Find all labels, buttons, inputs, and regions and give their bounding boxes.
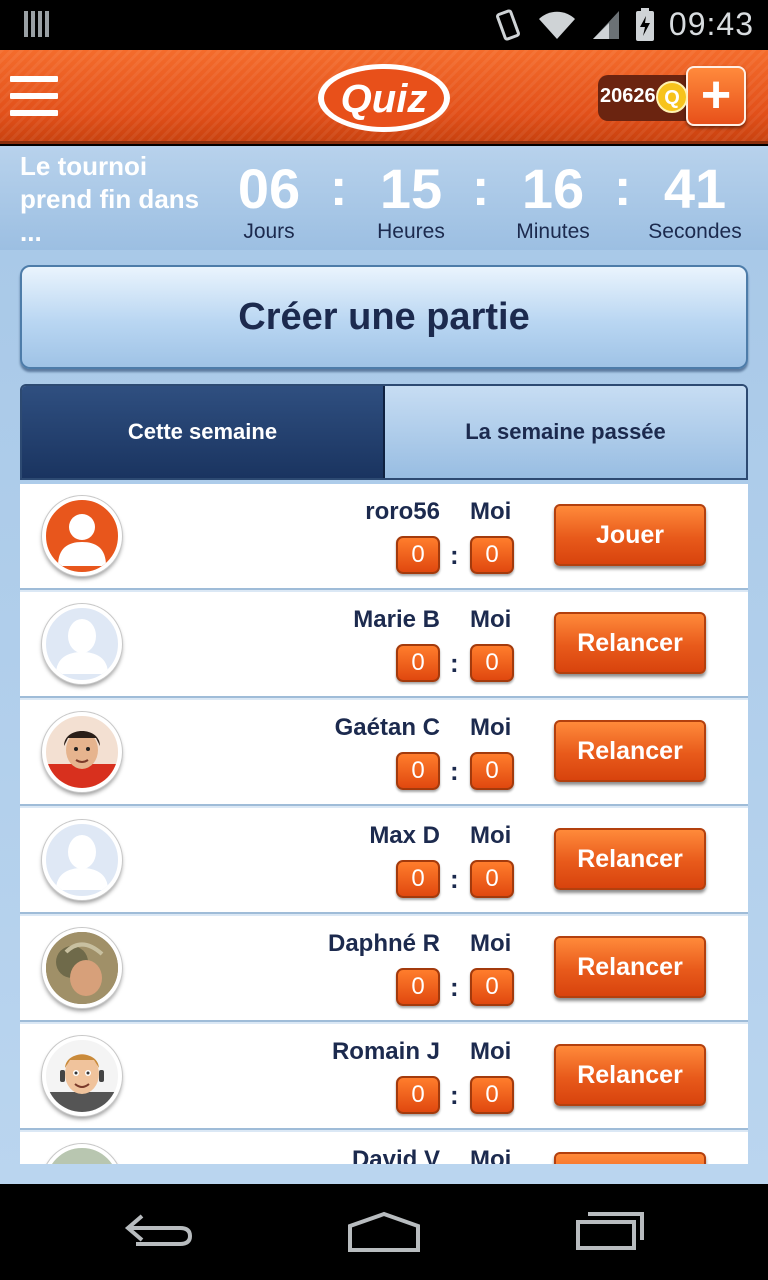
score-separator: : (450, 756, 459, 786)
remind-button[interactable]: Relancer (554, 720, 706, 782)
quiz-logo: Quiz (318, 64, 450, 132)
user-silhouette-icon (58, 514, 106, 566)
my-score: 0 (470, 860, 514, 898)
tournament-countdown: Le tournoi prend fin dans ... 06 Jours :… (0, 146, 768, 250)
avatar (42, 496, 122, 576)
me-label: Moi (470, 498, 512, 525)
tab-last-week[interactable]: La semaine passée (385, 386, 746, 478)
my-score: 0 (470, 1076, 514, 1114)
notification-icon (24, 11, 49, 37)
score-separator: : (450, 648, 459, 678)
cartoon-man-avatar-icon (46, 731, 118, 788)
opponent-score: 0 (396, 536, 440, 574)
countdown-days-label: Jours (243, 220, 295, 243)
list-item[interactable]: roro56 Moi 0 : 0 Jouer (20, 484, 748, 590)
list-item[interactable]: Max D Moi 0 : 0 Relancer (20, 808, 748, 914)
opponent-score: 0 (396, 860, 440, 898)
vibrate-icon (495, 8, 520, 41)
list-item[interactable]: Romain J Moi 0 : 0 Relancer (20, 1024, 748, 1130)
clock: 09:43 (668, 6, 754, 42)
games-list[interactable]: roro56 Moi 0 : 0 Jouer Marie B Moi 0 : 0… (20, 484, 748, 1164)
coin-icon: Q (656, 81, 688, 113)
me-label: Moi (470, 606, 512, 633)
list-item[interactable]: Marie B Moi 0 : 0 Relancer (20, 592, 748, 698)
opponent-name: Romain J (331, 1038, 440, 1065)
countdown-minutes-label: Minutes (516, 220, 590, 243)
opponent-score: 0 (396, 644, 440, 682)
photo-avatar-icon (46, 932, 118, 1004)
coin-count: 20626 (600, 85, 656, 107)
opponent-score: 0 (396, 752, 440, 790)
signal-icon (592, 10, 619, 39)
coin-symbol: Q (664, 87, 680, 109)
countdown-separator: : (472, 159, 490, 217)
opponent-score: 0 (396, 968, 440, 1006)
app-bar: Quiz 20626 + (0, 50, 768, 144)
me-label: Moi (470, 714, 512, 741)
opponent-name: Gaétan C (334, 714, 440, 741)
me-label: Moi (470, 822, 512, 849)
countdown-hours-label: Heures (377, 220, 445, 243)
user-silhouette-icon (56, 619, 108, 674)
list-item[interactable]: Daphné R Moi 0 : 0 Relancer (20, 916, 748, 1022)
week-tabs: Cette semaine La semaine passée (20, 384, 748, 480)
cartoon-man-avatar-icon (46, 1054, 118, 1112)
play-button[interactable]: Jouer (554, 504, 706, 566)
avatar (42, 604, 122, 684)
main-content: Créer une partie Cette semaine La semain… (0, 250, 768, 1184)
me-label: Moi (470, 930, 512, 957)
remind-button[interactable]: Relancer (554, 828, 706, 890)
countdown-label: Le tournoi prend fin dans ... (20, 151, 200, 247)
my-score: 0 (470, 644, 514, 682)
me-label: Moi (470, 1038, 512, 1065)
countdown-minutes: 16 (521, 157, 585, 220)
countdown-hours: 15 (379, 157, 443, 220)
system-nav-bar (0, 1184, 768, 1280)
list-item[interactable]: Gaétan C Moi 0 : 0 Relancer (20, 700, 748, 806)
countdown-seconds: 41 (663, 157, 727, 220)
avatar (42, 1144, 122, 1164)
my-score: 0 (470, 968, 514, 1006)
avatar (42, 820, 122, 900)
me-label: Moi (470, 1146, 512, 1164)
score-separator: : (450, 864, 459, 894)
opponent-name: Max D (369, 822, 440, 849)
tab-this-week[interactable]: Cette semaine (22, 386, 385, 478)
opponent-score: 0 (396, 1076, 440, 1114)
battery-icon (635, 7, 654, 41)
buy-coins-button[interactable]: + (686, 66, 746, 126)
avatar (42, 928, 122, 1008)
countdown-separator: : (614, 159, 632, 217)
avatar (42, 712, 122, 792)
recent-apps-icon[interactable] (574, 1210, 646, 1250)
user-silhouette-icon (56, 835, 108, 890)
score-separator: : (450, 540, 459, 570)
remind-button[interactable]: Relancer (554, 936, 706, 998)
score-separator: : (450, 972, 459, 1002)
remind-button[interactable]: Relancer (554, 1044, 706, 1106)
opponent-name: Daphné R (327, 930, 440, 957)
opponent-name: roro56 (365, 498, 440, 525)
list-item[interactable]: David V Moi (20, 1132, 748, 1164)
countdown-seconds-label: Secondes (648, 220, 742, 243)
menu-icon[interactable] (10, 76, 58, 116)
my-score: 0 (470, 536, 514, 574)
svg-text:Quiz: Quiz (341, 77, 428, 121)
create-game-button[interactable]: Créer une partie (20, 265, 748, 369)
my-score: 0 (470, 752, 514, 790)
avatar (42, 1036, 122, 1116)
countdown-days: 06 (237, 157, 301, 220)
remind-button[interactable] (554, 1152, 706, 1164)
wifi-icon (538, 11, 575, 39)
score-separator: : (450, 1080, 459, 1110)
opponent-name: David V (351, 1146, 440, 1164)
countdown-separator: : (330, 159, 348, 217)
opponent-name: Marie B (353, 606, 440, 633)
status-bar: 09:43 (0, 0, 768, 50)
remind-button[interactable]: Relancer (554, 612, 706, 674)
home-icon[interactable] (346, 1210, 422, 1254)
back-icon[interactable] (124, 1210, 196, 1250)
